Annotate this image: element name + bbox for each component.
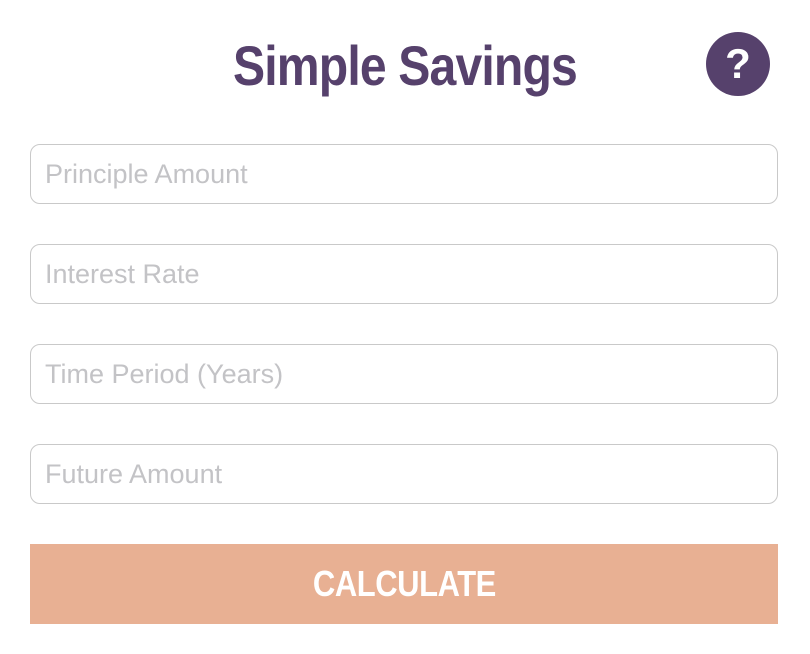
calculate-button-label: CALCULATE	[312, 563, 496, 604]
principal-amount-input[interactable]	[30, 144, 778, 204]
time-period-input[interactable]	[30, 344, 778, 404]
help-button[interactable]: ?	[706, 32, 770, 96]
app-title: Simple Savings	[233, 34, 578, 97]
interest-rate-input[interactable]	[30, 244, 778, 304]
question-mark-icon: ?	[725, 40, 751, 87]
future-amount-input[interactable]	[30, 444, 778, 504]
calculate-button[interactable]: CALCULATE	[30, 544, 778, 624]
